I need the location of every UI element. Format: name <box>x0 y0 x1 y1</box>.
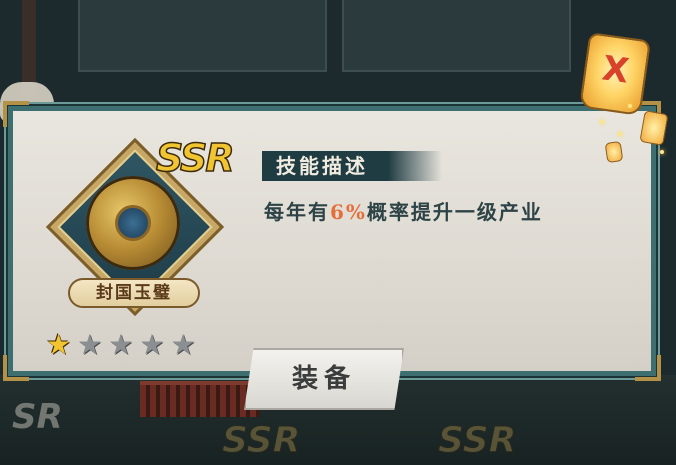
sparkle-icon <box>600 120 604 124</box>
lantern-icon <box>604 140 624 164</box>
close-x-icon: X <box>599 48 632 92</box>
background-railing <box>140 381 260 417</box>
skill-probability: 6% <box>330 200 367 224</box>
panel-corner-ornament <box>3 355 29 381</box>
star-empty-icon: ★ <box>170 328 196 361</box>
star-empty-icon: ★ <box>108 328 134 361</box>
star-empty-icon: ★ <box>139 328 165 361</box>
sparkle-icon <box>628 104 632 108</box>
rarity-badge: SSR <box>155 135 235 181</box>
jade-disc-hole <box>115 205 151 241</box>
background-ssr-watermark: SSR <box>221 420 301 462</box>
sparkle-icon <box>660 150 664 154</box>
background-panel <box>78 0 327 72</box>
skill-description: 每年有6%概率提升一级产业 <box>264 196 543 225</box>
panel-corner-ornament <box>3 101 29 127</box>
star-filled-icon: ★ <box>46 328 72 361</box>
background-sr-watermark: SR <box>12 397 63 437</box>
skill-title: 技能描述 <box>276 154 368 178</box>
close-button[interactable]: X <box>579 32 651 116</box>
panel-corner-ornament <box>635 355 661 381</box>
skill-description-suffix: 概率提升一级产业 <box>366 200 543 224</box>
item-name: 封国玉璧 <box>68 278 200 308</box>
background-ssr-watermark: SSR <box>437 420 517 462</box>
star-empty-icon: ★ <box>77 328 103 361</box>
star-rating: ★ ★ ★ ★ ★ <box>46 330 196 360</box>
skill-description-prefix: 每年有 <box>264 200 330 224</box>
equip-button[interactable]: 装备 <box>244 348 404 410</box>
sparkle-icon <box>618 132 622 136</box>
background-panel <box>342 0 571 72</box>
